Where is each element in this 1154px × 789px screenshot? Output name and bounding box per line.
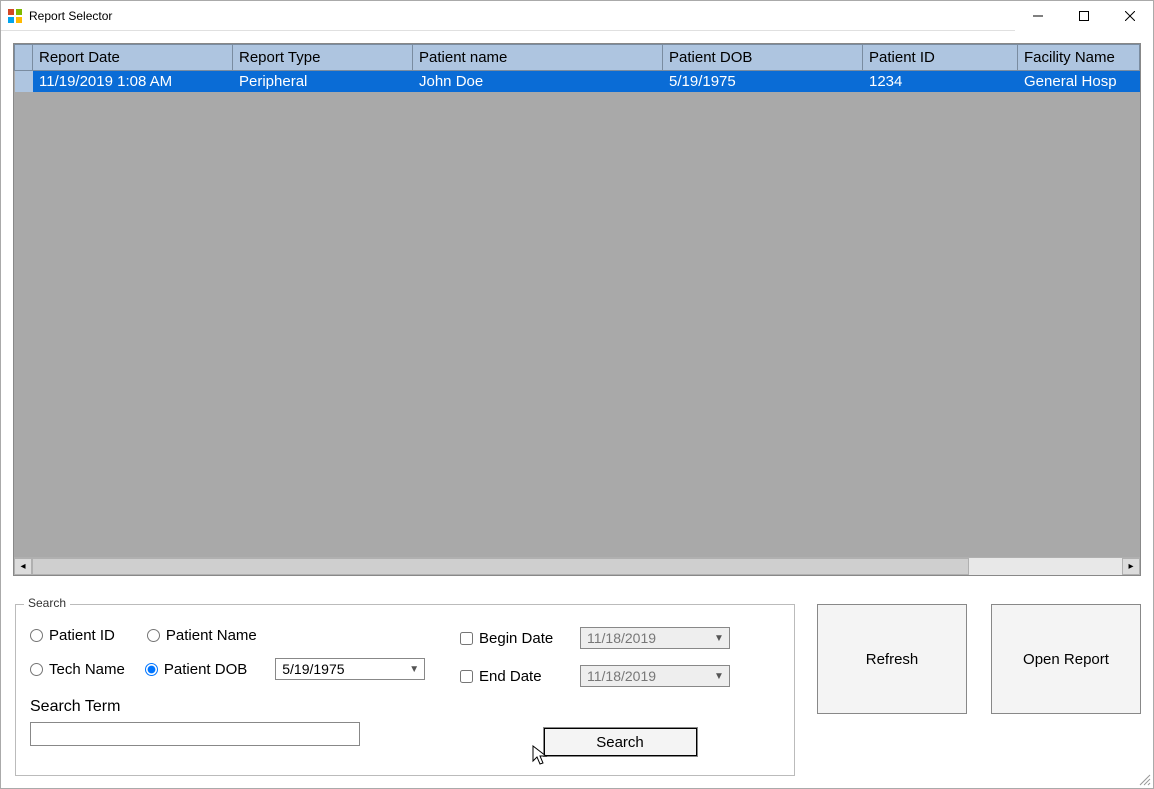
search-button[interactable]: Search — [543, 727, 698, 757]
end-date-label: End Date — [479, 668, 542, 685]
horizontal-scrollbar[interactable]: ◂ ▸ — [14, 557, 1140, 575]
begin-date-checkbox[interactable] — [460, 632, 473, 645]
titlebar: Report Selector — [1, 1, 1153, 31]
cell-patient-dob: 5/19/1975 — [663, 71, 863, 93]
chevron-down-icon: ▼ — [406, 664, 422, 675]
cell-patient-id: 1234 — [863, 71, 1018, 93]
search-term-label: Search Term — [30, 698, 460, 716]
col-patient-id[interactable]: Patient ID — [863, 45, 1018, 71]
end-date-value: 11/18/2019 — [587, 668, 656, 684]
col-patient-dob[interactable]: Patient DOB — [663, 45, 863, 71]
radio-tech-name-input[interactable] — [30, 663, 43, 676]
cell-report-date: 11/19/2019 1:08 AM — [33, 71, 233, 93]
chevron-down-icon: ▼ — [711, 671, 727, 682]
table-row[interactable]: 11/19/2019 1:08 AM Peripheral John Doe 5… — [15, 71, 1140, 93]
scroll-thumb[interactable] — [32, 558, 969, 575]
window-controls — [1015, 1, 1153, 31]
end-date-check[interactable]: End Date — [460, 668, 570, 685]
open-report-button-label: Open Report — [1023, 651, 1109, 668]
chevron-down-icon: ▼ — [711, 633, 727, 644]
radio-patient-id-input[interactable] — [30, 629, 43, 642]
search-legend: Search — [24, 596, 70, 610]
search-group: Search Patient ID Patient Name — [15, 604, 795, 776]
scroll-track[interactable] — [32, 558, 1122, 575]
radio-patient-dob-input[interactable] — [145, 663, 158, 676]
grid-header-row: Report Date Report Type Patient name Pat… — [15, 45, 1140, 71]
scroll-left-button[interactable]: ◂ — [14, 558, 32, 575]
client-area: Report Date Report Type Patient name Pat… — [1, 31, 1153, 788]
open-report-button[interactable]: Open Report — [991, 604, 1141, 714]
radio-patient-id[interactable]: Patient ID — [30, 627, 115, 644]
window-title: Report Selector — [29, 9, 112, 23]
refresh-button-label: Refresh — [866, 651, 919, 668]
radio-patient-dob-label: Patient DOB — [164, 661, 247, 678]
side-buttons: Refresh Open Report — [817, 604, 1141, 776]
dob-combo-value: 5/19/1975 — [282, 661, 344, 677]
close-button[interactable] — [1107, 1, 1153, 31]
radio-patient-dob[interactable]: Patient DOB — [145, 661, 247, 678]
scroll-right-button[interactable]: ▸ — [1122, 558, 1140, 575]
app-icon — [7, 8, 23, 24]
dob-combo[interactable]: 5/19/1975 ▼ — [275, 658, 425, 680]
end-date-combo[interactable]: 11/18/2019 ▼ — [580, 665, 730, 687]
minimize-button[interactable] — [1015, 1, 1061, 31]
col-patient-name[interactable]: Patient name — [413, 45, 663, 71]
search-button-label: Search — [596, 734, 644, 751]
resize-grip-icon[interactable] — [1137, 772, 1151, 786]
end-date-checkbox[interactable] — [460, 670, 473, 683]
radio-tech-name[interactable]: Tech Name — [30, 661, 125, 678]
col-report-date[interactable]: Report Date — [33, 45, 233, 71]
cell-report-type: Peripheral — [233, 71, 413, 93]
bottom-panel: Search Patient ID Patient Name — [13, 604, 1141, 776]
begin-date-check[interactable]: Begin Date — [460, 630, 570, 647]
radio-patient-id-label: Patient ID — [49, 627, 115, 644]
maximize-button[interactable] — [1061, 1, 1107, 31]
begin-date-label: Begin Date — [479, 630, 553, 647]
radio-patient-name-label: Patient Name — [166, 627, 257, 644]
cell-patient-name: John Doe — [413, 71, 663, 93]
report-grid[interactable]: Report Date Report Type Patient name Pat… — [13, 43, 1141, 576]
radio-patient-name-input[interactable] — [147, 629, 160, 642]
row-header-cell — [15, 71, 33, 93]
radio-patient-name[interactable]: Patient Name — [147, 627, 257, 644]
grid-corner — [15, 45, 33, 71]
begin-date-combo[interactable]: 11/18/2019 ▼ — [580, 627, 730, 649]
cell-facility-name: General Hosp — [1018, 71, 1140, 93]
search-term-input[interactable] — [30, 722, 360, 746]
col-report-type[interactable]: Report Type — [233, 45, 413, 71]
app-window: Report Selector — [0, 0, 1154, 789]
radio-tech-name-label: Tech Name — [49, 661, 125, 678]
begin-date-value: 11/18/2019 — [587, 630, 656, 646]
refresh-button[interactable]: Refresh — [817, 604, 967, 714]
col-facility-name[interactable]: Facility Name — [1018, 45, 1140, 71]
